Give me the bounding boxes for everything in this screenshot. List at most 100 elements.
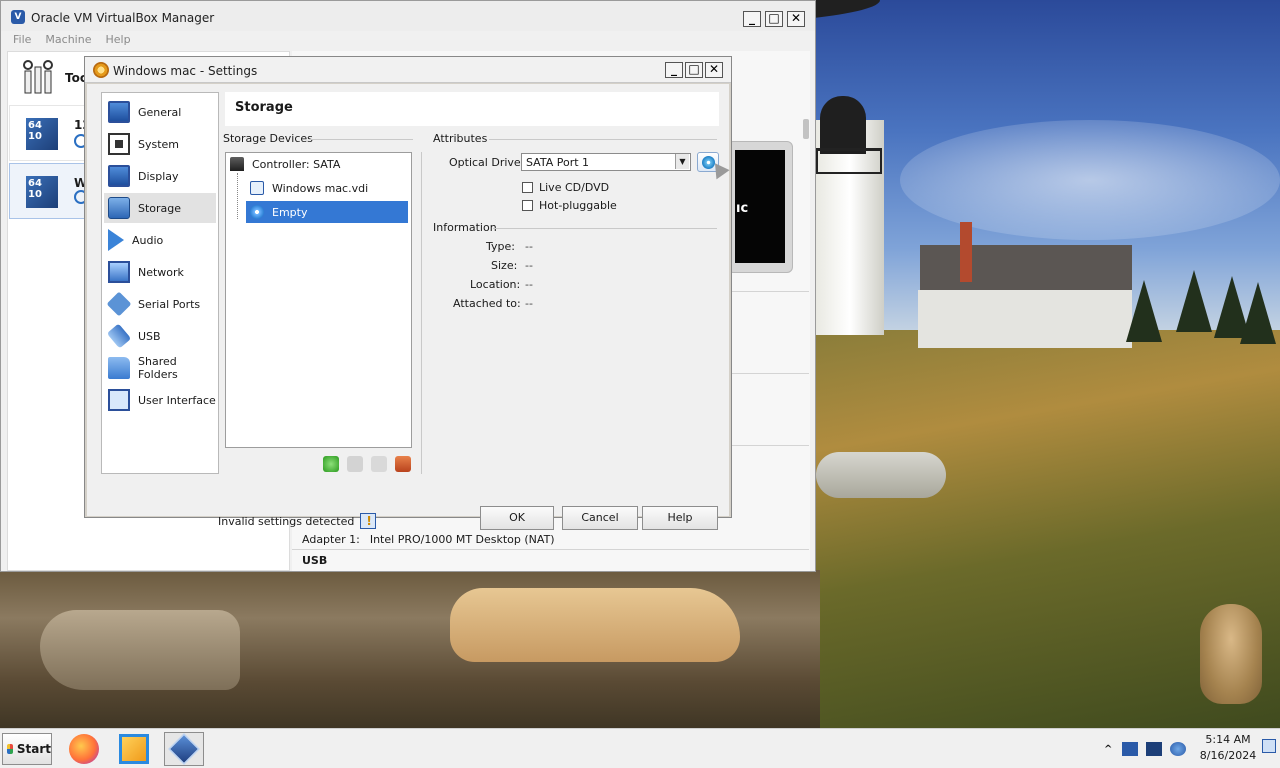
manager-title-bar[interactable]: V Oracle VM VirtualBox Manager _ □ ✕ — [1, 1, 815, 31]
wallpaper-rock — [816, 452, 946, 498]
checkbox-box[interactable] — [522, 182, 533, 193]
storage-toolbar — [323, 456, 411, 472]
dialog-minimize-button[interactable]: _ — [665, 62, 683, 78]
taskbar-file-manager[interactable] — [114, 732, 154, 766]
nav-label: General — [138, 105, 182, 119]
settings-gear-icon — [93, 62, 109, 78]
close-button[interactable]: ✕ — [787, 11, 805, 27]
controller-icon — [230, 157, 244, 171]
usb-icon — [106, 323, 132, 349]
details-scrollbar[interactable] — [803, 119, 809, 139]
help-button[interactable]: Help — [642, 506, 718, 530]
tree-optical-empty[interactable]: Empty — [246, 201, 408, 223]
desktop-mascot[interactable] — [1200, 604, 1262, 704]
minimize-button[interactable]: _ — [743, 11, 761, 27]
nav-general[interactable]: General — [104, 97, 216, 127]
ok-button[interactable]: OK — [480, 506, 554, 530]
nav-network[interactable]: Network — [104, 257, 216, 287]
nav-serial-ports[interactable]: Serial Ports — [104, 289, 216, 319]
tray-monitor-icon[interactable] — [1146, 742, 1162, 756]
taskbar-virtualbox[interactable] — [164, 732, 204, 766]
menu-file[interactable]: File — [13, 33, 31, 46]
checkbox-box[interactable] — [522, 200, 533, 211]
group-separator — [493, 228, 717, 229]
page-title: Storage — [235, 100, 293, 115]
system-chip-icon — [108, 133, 130, 155]
dialog-body: General System Display Storage Audio Net… — [87, 84, 730, 530]
windows-10-os-icon: 64 10 — [26, 176, 58, 208]
hot-pluggable-checkbox[interactable]: Hot-pluggable — [522, 199, 617, 212]
dialog-close-button[interactable]: ✕ — [705, 62, 723, 78]
dialog-maximize-button[interactable]: □ — [685, 62, 703, 78]
dialog-title-bar[interactable]: Windows mac - Settings _ □ ✕ — [85, 57, 731, 83]
nav-label: USB — [138, 329, 161, 343]
add-attachment-icon[interactable] — [347, 456, 363, 472]
tree-label: Windows mac.vdi — [272, 181, 369, 195]
file-manager-icon — [119, 734, 149, 764]
nav-audio[interactable]: Audio — [104, 225, 216, 255]
nav-label: Display — [138, 169, 179, 183]
notification-icon[interactable] — [1262, 739, 1276, 753]
manager-menubar: File Machine Help — [13, 33, 131, 46]
attributes-label: Attributes — [433, 132, 488, 145]
info-size-label: Size: — [491, 259, 518, 272]
details-divider — [292, 549, 809, 550]
settings-nav: General System Display Storage Audio Net… — [101, 92, 219, 474]
menu-help[interactable]: Help — [105, 33, 130, 46]
tray-network-icon[interactable] — [1170, 742, 1186, 756]
optical-drive-label: Optical Drive: — [449, 156, 525, 169]
optical-drive-select[interactable]: SATA Port 1 — [521, 153, 691, 171]
info-type-label: Type: — [486, 240, 515, 253]
nav-label: Storage — [138, 201, 182, 215]
controller-properties-icon[interactable] — [395, 456, 411, 472]
nav-shared-folders[interactable]: Shared Folders — [104, 353, 216, 383]
info-size-value: -- — [525, 259, 533, 272]
menu-machine[interactable]: Machine — [45, 33, 91, 46]
system-tray: ^ — [1104, 733, 1186, 765]
serial-port-icon — [106, 291, 132, 317]
dialog-title: Windows mac - Settings — [113, 64, 258, 78]
chevron-down-icon[interactable]: ▼ — [675, 154, 689, 169]
usb-section-header[interactable]: USB — [302, 554, 327, 567]
storage-disk-icon — [108, 197, 130, 219]
warning-icon[interactable] — [360, 513, 377, 529]
nav-label: User Interface — [138, 393, 216, 407]
taskbar-firefox[interactable] — [64, 732, 104, 766]
wallpaper-lighthouse-lamp — [820, 96, 866, 154]
wallpaper-tree — [1176, 270, 1212, 332]
checkbox-label: Hot-pluggable — [539, 199, 617, 212]
group-separator — [309, 139, 413, 140]
settings-dialog: Windows mac - Settings _ □ ✕ General Sys… — [84, 56, 732, 530]
network-adapter-row: Adapter 1: Intel PRO/1000 MT Desktop (NAT… — [302, 533, 555, 546]
tools-icon[interactable] — [21, 57, 61, 97]
tray-app-icon[interactable] — [1122, 742, 1138, 756]
adapter-label: Adapter 1: — [302, 533, 360, 546]
nav-storage[interactable]: Storage — [104, 193, 216, 223]
remove-attachment-icon[interactable] — [371, 456, 387, 472]
nav-label: System — [138, 137, 180, 151]
nav-display[interactable]: Display — [104, 161, 216, 191]
virtualbox-logo-icon: V — [11, 10, 25, 24]
live-cd-checkbox[interactable]: Live CD/DVD — [522, 181, 609, 194]
taskbar: Start ^ 5:14 AM 8/16/2024 — [0, 728, 1280, 768]
hard-disk-icon — [250, 181, 264, 195]
tree-disk-vdi[interactable]: Windows mac.vdi — [246, 177, 410, 199]
chevron-up-icon[interactable]: ^ — [1104, 744, 1114, 755]
nav-usb[interactable]: USB — [104, 321, 216, 351]
nav-user-interface[interactable]: User Interface — [104, 385, 216, 415]
nav-label: Serial Ports — [138, 297, 201, 311]
wallpaper-tree — [1126, 280, 1162, 342]
nav-label: Network — [138, 265, 184, 279]
storage-tree: Controller: SATA Windows mac.vdi Empty — [225, 152, 412, 448]
taskbar-clock[interactable]: 5:14 AM 8/16/2024 — [1196, 732, 1260, 764]
windows-10-os-icon: 64 10 — [26, 118, 58, 150]
clock-time: 5:14 AM — [1205, 733, 1251, 746]
invalid-settings-text: Invalid settings detected — [218, 514, 355, 528]
nav-system[interactable]: System — [104, 129, 216, 159]
info-location-label: Location: — [470, 278, 521, 291]
cancel-button[interactable]: Cancel — [562, 506, 638, 530]
start-button[interactable]: Start — [2, 733, 52, 765]
tree-controller-sata[interactable]: Controller: SATA — [226, 153, 411, 175]
maximize-button[interactable]: □ — [765, 11, 783, 27]
add-controller-icon[interactable] — [323, 456, 339, 472]
